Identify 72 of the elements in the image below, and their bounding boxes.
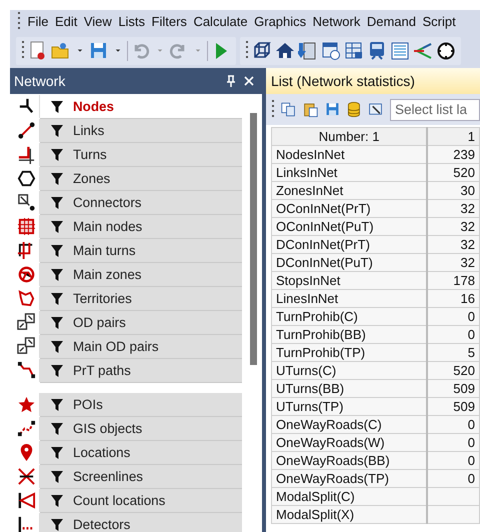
menu-item[interactable]: Demand: [366, 14, 416, 29]
table-cell: 509: [427, 398, 480, 416]
table-cell: 32: [427, 200, 480, 218]
table-cell: 30: [427, 182, 480, 200]
layer-list-item[interactable]: Territories: [40, 286, 242, 310]
column-header[interactable]: Number: 1: [272, 128, 428, 146]
table-cell: OConInNet(PrT): [272, 200, 428, 218]
layer-list-item[interactable]: Main turns: [40, 238, 242, 262]
table-cell: TurnProhib(BB): [272, 326, 428, 344]
table-cell: ModalSplit(C): [272, 488, 428, 506]
layer-list-item[interactable]: Links: [40, 118, 242, 142]
table-cell: UTurns(TP): [272, 398, 428, 416]
layer-list-item[interactable]: Connectors: [40, 190, 242, 214]
menu-item[interactable]: Calculate: [193, 14, 248, 29]
panel-title: Network: [14, 73, 66, 89]
layer-list-item[interactable]: GIS objects: [40, 416, 242, 440]
table-cell: TurnProhib(C): [272, 308, 428, 326]
menu-item[interactable]: Edit: [54, 14, 78, 29]
table-cell: 0: [427, 308, 480, 326]
menu-item[interactable]: View: [84, 14, 112, 29]
table-cell: 520: [427, 362, 480, 380]
layer-list-item[interactable]: Detectors: [40, 512, 242, 532]
table-cell: DConInNet(PuT): [272, 254, 428, 272]
layer-list-item[interactable]: Screenlines: [40, 464, 242, 488]
table-cell: UTurns(C): [272, 362, 428, 380]
table-cell: ModalSplit(X): [272, 506, 428, 524]
layer-list-item[interactable]: Turns: [40, 142, 242, 166]
table-cell: 32: [427, 254, 480, 272]
table-cell: ZonesInNet: [272, 182, 428, 200]
layer-list-item[interactable]: Main OD pairs: [40, 334, 242, 358]
table-cell: 5: [427, 344, 480, 362]
column-header[interactable]: 1: [427, 128, 480, 146]
table-cell: 0: [427, 416, 480, 434]
menu-item[interactable]: Network: [312, 14, 360, 29]
table-cell: OConInNet(PuT): [272, 218, 428, 236]
table-cell: StopsInNet: [272, 272, 428, 290]
menu-item[interactable]: Graphics: [254, 14, 306, 29]
layer-list-item[interactable]: POIs: [40, 392, 242, 416]
table-cell: 0: [427, 326, 480, 344]
layer-list-item[interactable]: Zones: [40, 166, 242, 190]
layer-list-item[interactable]: Locations: [40, 440, 242, 464]
menu-item[interactable]: Script: [422, 14, 456, 29]
table-cell: 0: [427, 470, 480, 488]
table-cell: OneWayRoads(BB): [272, 452, 428, 470]
table-cell: NodesInNet: [272, 146, 428, 164]
layer-list-item[interactable]: OD pairs: [40, 310, 242, 334]
table-cell: 178: [427, 272, 480, 290]
table-cell: 520: [427, 164, 480, 182]
table-cell: 0: [427, 452, 480, 470]
table-cell: 16: [427, 290, 480, 308]
menu-item[interactable]: File: [28, 14, 48, 29]
table-cell: 32: [427, 218, 480, 236]
layer-list-item[interactable]: Count locations: [40, 488, 242, 512]
panel-title: List (Network statistics): [266, 68, 480, 94]
table-cell: 239: [427, 146, 480, 164]
layer-list-item[interactable]: Main nodes: [40, 214, 242, 238]
layer-list-item[interactable]: PrT paths: [40, 358, 242, 382]
table-cell: 32: [427, 236, 480, 254]
table-cell: DConInNet(PrT): [272, 236, 428, 254]
table-cell: 509: [427, 380, 480, 398]
table-cell: OneWayRoads(W): [272, 434, 428, 452]
list-layout-field[interactable]: Select list la: [390, 98, 480, 120]
menu-item[interactable]: Lists: [118, 14, 146, 29]
table-cell: TurnProhib(TP): [272, 344, 428, 362]
table-cell: OneWayRoads(TP): [272, 470, 428, 488]
table-cell: 0: [427, 434, 480, 452]
table-cell: LinksInNet: [272, 164, 428, 182]
table-cell: LinesInNet: [272, 290, 428, 308]
table-cell: UTurns(BB): [272, 380, 428, 398]
menu-item[interactable]: Filters: [152, 14, 187, 29]
layer-list-item[interactable]: Main zones: [40, 262, 242, 286]
table-cell: OneWayRoads(C): [272, 416, 428, 434]
